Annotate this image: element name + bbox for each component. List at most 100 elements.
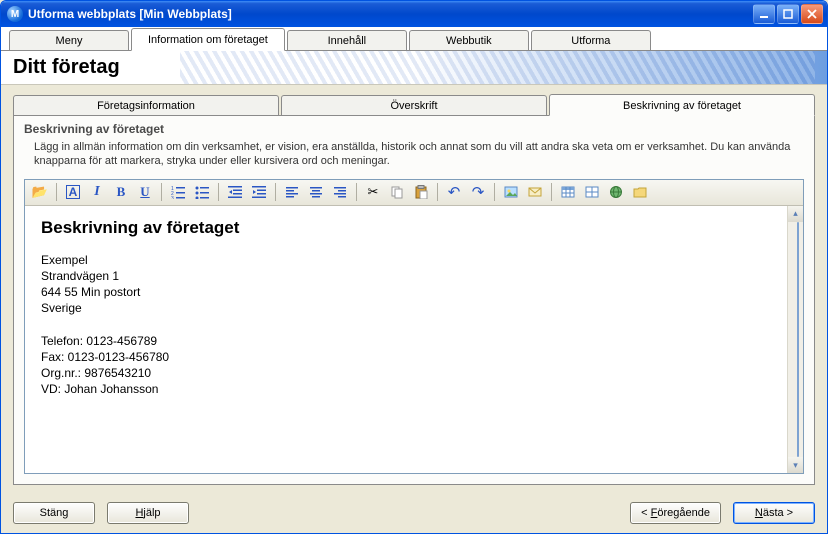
italic-button[interactable]: I bbox=[86, 181, 108, 203]
toolbar-separator bbox=[56, 183, 57, 201]
page-settings-button[interactable] bbox=[629, 181, 651, 203]
toolbar-separator bbox=[275, 183, 276, 201]
chevron-down-icon: ▾ bbox=[793, 460, 798, 471]
sub-panel: Beskrivning av företaget Lägg in allmän … bbox=[13, 115, 815, 485]
bullet-list-button[interactable] bbox=[191, 181, 213, 203]
align-right-button[interactable] bbox=[329, 181, 351, 203]
content-line: Telefon: 0123-456789 bbox=[41, 334, 157, 348]
mail-icon bbox=[528, 185, 542, 199]
window-title: Utforma webbplats [Min Webbplats] bbox=[28, 7, 751, 21]
maximize-button[interactable] bbox=[777, 4, 799, 24]
subtab-overskrift[interactable]: Överskrift bbox=[281, 95, 547, 115]
underline-icon: U bbox=[140, 184, 149, 200]
subtab-label: Överskrift bbox=[390, 100, 437, 112]
align-left-icon bbox=[285, 185, 299, 199]
subtab-label: Beskrivning av företaget bbox=[623, 100, 741, 112]
scroll-up-button[interactable]: ▴ bbox=[788, 206, 803, 222]
toolbar-separator bbox=[218, 183, 219, 201]
minimize-button[interactable] bbox=[753, 4, 775, 24]
cut-button[interactable]: ✂ bbox=[362, 181, 384, 203]
table-properties-button[interactable] bbox=[581, 181, 603, 203]
content-line: VD: Johan Johansson bbox=[41, 382, 158, 396]
content-line: Exempel bbox=[41, 253, 88, 267]
table-props-icon bbox=[585, 185, 599, 199]
align-center-icon bbox=[309, 185, 323, 199]
insert-mail-button[interactable] bbox=[524, 181, 546, 203]
undo-button[interactable]: ↶ bbox=[443, 181, 465, 203]
page-title: Ditt företag bbox=[13, 56, 120, 79]
next-button[interactable]: Nästa > bbox=[733, 502, 815, 524]
content-heading: Beskrivning av företaget bbox=[41, 218, 771, 238]
minimize-icon bbox=[759, 9, 769, 19]
subtab-foretagsinformation[interactable]: Företagsinformation bbox=[13, 95, 279, 115]
tab-label: Innehåll bbox=[328, 35, 367, 47]
image-icon bbox=[504, 185, 518, 199]
align-left-button[interactable] bbox=[281, 181, 303, 203]
tab-meny[interactable]: Meny bbox=[9, 30, 129, 50]
tab-utforma[interactable]: Utforma bbox=[531, 30, 651, 50]
paste-icon bbox=[414, 185, 428, 199]
numbered-list-button[interactable]: 123 bbox=[167, 181, 189, 203]
tab-label: Webbutik bbox=[446, 35, 492, 47]
editor-body: Beskrivning av företaget Exempel Strandv… bbox=[25, 206, 803, 473]
content-line: Sverige bbox=[41, 301, 82, 315]
titlebar[interactable]: M Utforma webbplats [Min Webbplats] bbox=[1, 1, 827, 27]
toolbar-separator bbox=[494, 183, 495, 201]
font-icon: A bbox=[66, 185, 80, 199]
outdent-button[interactable] bbox=[224, 181, 246, 203]
world-icon bbox=[609, 185, 623, 199]
tab-label: Meny bbox=[56, 35, 83, 47]
close-icon bbox=[807, 9, 817, 19]
font-color-button[interactable]: A bbox=[62, 181, 84, 203]
toolbar-separator bbox=[437, 183, 438, 201]
toolbar-separator bbox=[551, 183, 552, 201]
bullet-list-icon bbox=[195, 185, 209, 199]
outdent-icon bbox=[228, 185, 242, 199]
button-label: Stäng bbox=[40, 507, 69, 519]
bold-icon: B bbox=[117, 184, 126, 200]
close-button[interactable] bbox=[801, 4, 823, 24]
scissors-icon: ✂ bbox=[368, 184, 379, 200]
button-label: < Föregående bbox=[641, 507, 710, 519]
insert-link-button[interactable] bbox=[605, 181, 627, 203]
folder-gear-icon bbox=[633, 185, 647, 199]
main-tabs: Meny Information om företaget Innehåll W… bbox=[1, 27, 827, 51]
underline-button[interactable]: U bbox=[134, 181, 156, 203]
folder-open-icon: 📂 bbox=[32, 184, 48, 200]
subtab-beskrivning-av-foretaget[interactable]: Beskrivning av företaget bbox=[549, 94, 815, 116]
redo-button[interactable]: ↷ bbox=[467, 181, 489, 203]
footer-bar: Stäng Hjälp < Föregående Nästa > bbox=[1, 493, 827, 533]
vertical-scrollbar[interactable]: ▴ ▾ bbox=[787, 206, 803, 473]
indent-button[interactable] bbox=[248, 181, 270, 203]
button-label: Nästa > bbox=[755, 507, 793, 519]
tab-label: Utforma bbox=[571, 35, 610, 47]
close-button-footer[interactable]: Stäng bbox=[13, 502, 95, 524]
svg-text:3: 3 bbox=[171, 196, 174, 199]
indent-icon bbox=[252, 185, 266, 199]
toolbar-separator bbox=[356, 183, 357, 201]
redo-icon: ↷ bbox=[472, 183, 485, 201]
scroll-down-button[interactable]: ▾ bbox=[788, 457, 803, 473]
previous-button[interactable]: < Föregående bbox=[630, 502, 721, 524]
scroll-thumb[interactable] bbox=[797, 222, 799, 457]
insert-table-button[interactable] bbox=[557, 181, 579, 203]
paste-button[interactable] bbox=[410, 181, 432, 203]
editor-toolbar: 📂 A I B U 123 bbox=[25, 180, 803, 206]
editor-textarea[interactable]: Beskrivning av företaget Exempel Strandv… bbox=[25, 206, 787, 473]
tab-information-om-foretaget[interactable]: Information om företaget bbox=[131, 28, 285, 51]
toolbar-separator bbox=[161, 183, 162, 201]
align-center-button[interactable] bbox=[305, 181, 327, 203]
content-line: Strandvägen 1 bbox=[41, 269, 119, 283]
help-button[interactable]: Hjälp bbox=[107, 502, 189, 524]
content-line: 644 55 Min postort bbox=[41, 285, 140, 299]
copy-button[interactable] bbox=[386, 181, 408, 203]
bold-button[interactable]: B bbox=[110, 181, 132, 203]
insert-image-button[interactable] bbox=[500, 181, 522, 203]
open-file-button[interactable]: 📂 bbox=[29, 181, 51, 203]
app-window: M Utforma webbplats [Min Webbplats] Meny… bbox=[0, 0, 828, 534]
align-right-icon bbox=[333, 185, 347, 199]
tab-webbutik[interactable]: Webbutik bbox=[409, 30, 529, 50]
tab-innehall[interactable]: Innehåll bbox=[287, 30, 407, 50]
sub-tabs: Företagsinformation Överskrift Beskrivni… bbox=[13, 93, 815, 115]
copy-icon bbox=[390, 185, 404, 199]
